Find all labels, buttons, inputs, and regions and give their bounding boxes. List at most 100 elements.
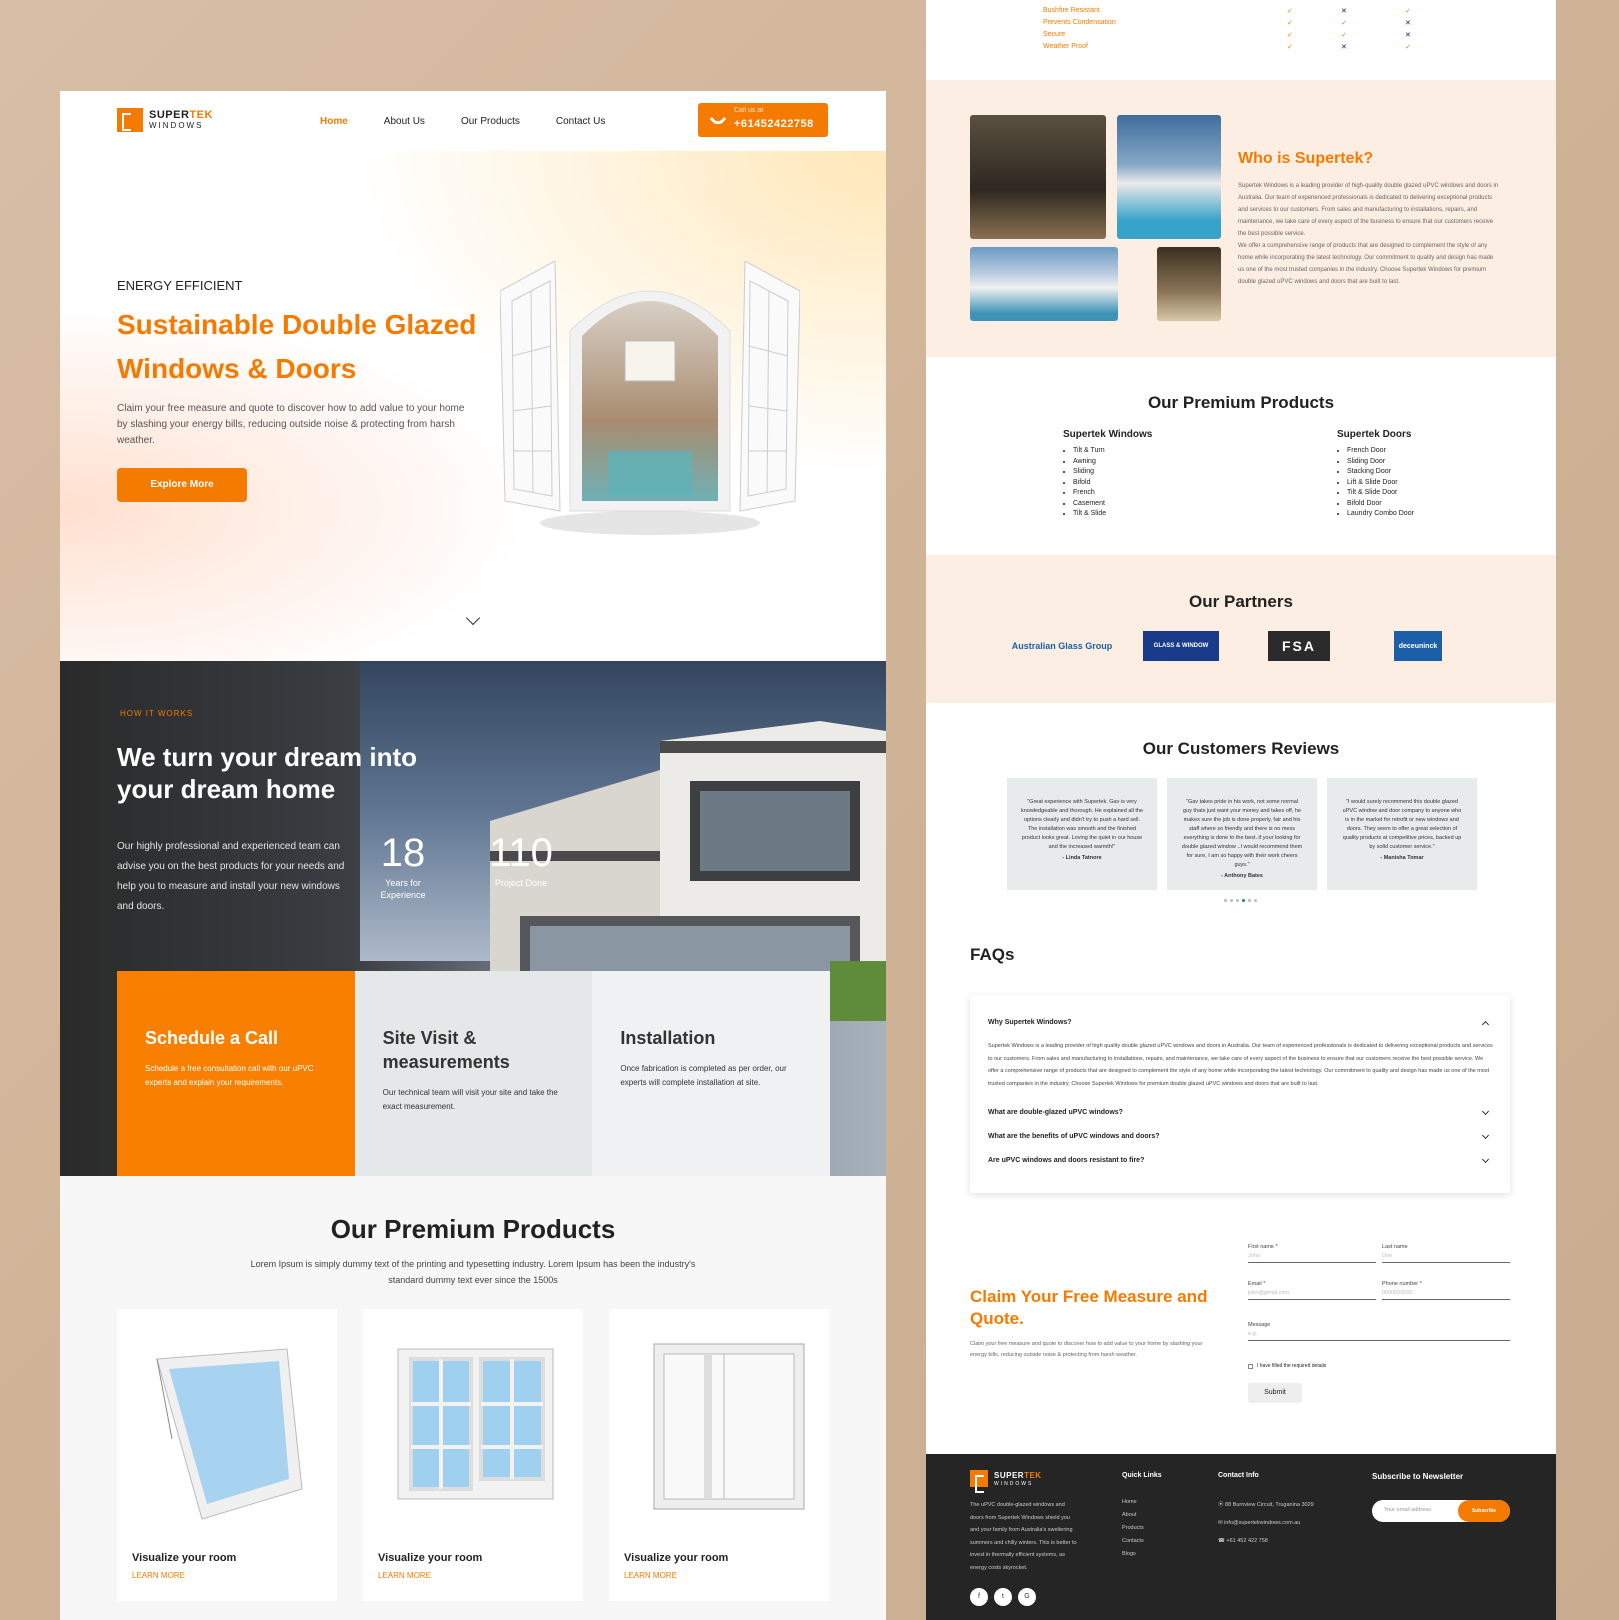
nav-home[interactable]: Home [320,116,348,127]
chevron-down-icon[interactable] [1481,1131,1490,1140]
first-name-field[interactable]: First name * John [1248,1244,1376,1263]
product-card[interactable]: Visualize your room LEARN MORE [609,1309,829,1601]
address-text: 88 Burnview Circuit, Truganina 3029 [1225,1502,1314,1508]
step-schedule[interactable]: Schedule a Call Schedule a free consultat… [117,971,355,1176]
email-field[interactable]: Email * john@gmail.com [1248,1281,1376,1300]
chevron-down-icon[interactable] [1481,1107,1490,1116]
step-site-visit[interactable]: Site Visit & measurements Our technical t… [354,971,593,1176]
list-item[interactable]: Awning [1073,457,1152,468]
nav-about[interactable]: About Us [384,116,425,127]
faq-section: FAQs Why Supertek Windows? Supertek Wind… [926,913,1556,1200]
footer-link[interactable]: Products [1122,1522,1144,1535]
dot[interactable] [1236,899,1239,902]
list-item[interactable]: Bifold Door [1347,499,1414,510]
faq-question[interactable]: What are the benefits of uPVC windows an… [988,1131,1490,1140]
compare-label: Bushfire Resistant [1043,7,1100,14]
footer-link[interactable]: Contacts [1122,1535,1144,1548]
list-item[interactable]: Sliding Door [1347,457,1414,468]
field-label: Email * [1248,1281,1266,1287]
dot-active[interactable] [1242,899,1245,902]
sunroom-image [1157,247,1221,321]
explore-button[interactable]: Explore More [117,468,247,502]
facebook-icon[interactable]: f [970,1588,988,1606]
learn-more-link[interactable]: LEARN MORE [378,1571,431,1580]
quick-links-title: Quick Links [1122,1472,1162,1479]
awning-window-image [156,1348,303,1520]
newsletter-form: Your email address Subscribe [1372,1500,1510,1522]
carousel-dots[interactable] [1224,899,1257,902]
call-button[interactable]: Call us at +61452422758 [698,103,828,137]
compare-label: Prevents Condensation [1043,19,1116,26]
list-item[interactable]: French [1073,488,1152,499]
last-name-field[interactable]: Last name Doe [1382,1244,1510,1263]
email[interactable]: ✉ info@supertekwindows.com.au [1218,1514,1314,1532]
product-card[interactable]: Visualize your room LEARN MORE [117,1309,337,1601]
stat-years-value: 18 [380,831,426,875]
list-item[interactable]: Casement [1073,499,1152,510]
newsletter-input[interactable]: Your email address [1384,1507,1431,1513]
nav-products[interactable]: Our Products [461,116,520,127]
nav-contact[interactable]: Contact Us [556,116,605,127]
partner-logo-deceuninck: deceuninck [1394,631,1442,661]
call-number: +61452422758 [734,118,814,130]
step-text: Schedule a free consultation call with o… [145,1064,314,1087]
list-item[interactable]: Laundry Combo Door [1347,509,1414,520]
product-card[interactable]: Visualize your room LEARN MORE [363,1309,583,1601]
chevron-up-icon[interactable] [1481,1020,1490,1029]
how-tag: HOW IT WORKS [120,709,194,718]
check-icon: ✓ [1341,20,1347,27]
field-label: First name * [1248,1244,1278,1250]
dot[interactable] [1224,899,1227,902]
hero-section: ENERGY EFFICIENT Sustainable Double Glaz… [60,151,886,661]
logo-icon [117,108,143,132]
phone-icon [709,110,727,128]
scroll-down-icon[interactable] [465,610,481,626]
list-item[interactable]: French Door [1347,446,1414,457]
step-installation[interactable]: Installation Once fabrication is complete… [592,971,831,1176]
how-title: We turn your dream into your dream home [117,742,417,804]
list-item[interactable]: Tilt & Turn [1073,446,1152,457]
cross-icon: ✕ [1341,8,1347,15]
logo[interactable]: SUPERTEK WINDOWS [117,108,213,132]
phone-field[interactable]: Phone number * 0000000000 [1382,1281,1510,1300]
footer-logo[interactable]: SUPERTEK WINDOWS [970,1470,1042,1493]
list-item[interactable]: Tilt & Slide Door [1347,488,1414,499]
list-item[interactable]: Lift & Slide Door [1347,478,1414,489]
logo-sub: WINDOWS [149,121,204,130]
learn-more-link[interactable]: LEARN MORE [132,1571,185,1580]
footer-link[interactable]: Home [1122,1496,1144,1509]
chevron-down-icon[interactable] [1481,1155,1490,1164]
dot[interactable] [1230,899,1233,902]
list-item[interactable]: Bifold [1073,478,1152,489]
logo-text-a: SUPER [149,109,190,121]
quote-form-section: Claim Your Free Measure and Quote. Claim… [926,1200,1556,1454]
list-item[interactable]: Tilt & Slide [1073,509,1152,520]
google-icon[interactable]: G [1018,1588,1036,1606]
footer-link[interactable]: Blogs [1122,1548,1144,1561]
confirm-checkbox[interactable]: I have filled the required details [1248,1363,1326,1369]
checkbox[interactable] [1248,1363,1253,1369]
subscribe-button[interactable]: Subscribe [1458,1500,1510,1522]
faq-question[interactable]: What are double-glazed uPVC windows? [988,1107,1490,1116]
learn-more-link[interactable]: LEARN MORE [624,1571,677,1580]
products-title: Our Premium Products [330,1214,616,1244]
list-item[interactable]: Sliding [1073,467,1152,478]
hero-title: Sustainable Double Glazed Windows & Door… [117,309,477,384]
cross-icon: ✕ [1341,44,1347,51]
twitter-icon[interactable]: t [994,1588,1012,1606]
footer: SUPERTEK WINDOWS The uPVC double-glazed w… [926,1454,1556,1620]
review-author: - Anthony Bates [1221,873,1263,879]
dot[interactable] [1254,899,1257,902]
phone[interactable]: ☎ +61 452 422 758 [1218,1532,1314,1550]
list-item[interactable]: Stacking Door [1347,467,1414,478]
faq-question[interactable]: Are uPVC windows and doors resistant to … [988,1155,1490,1164]
who-text-p1: Supertek Windows is a leading provider o… [1238,183,1499,237]
footer-link[interactable]: About [1122,1509,1144,1522]
check-icon: ✓ [1287,8,1293,15]
faq-question[interactable]: Why Supertek Windows? [988,1019,1490,1029]
review-card: "Great experience with Supertek. Gav is … [1007,778,1157,890]
submit-button[interactable]: Submit [1248,1383,1302,1403]
doors-title: Supertek Doors [1337,429,1412,440]
dot[interactable] [1248,899,1251,902]
message-field[interactable]: Message e.g. [1248,1322,1510,1341]
